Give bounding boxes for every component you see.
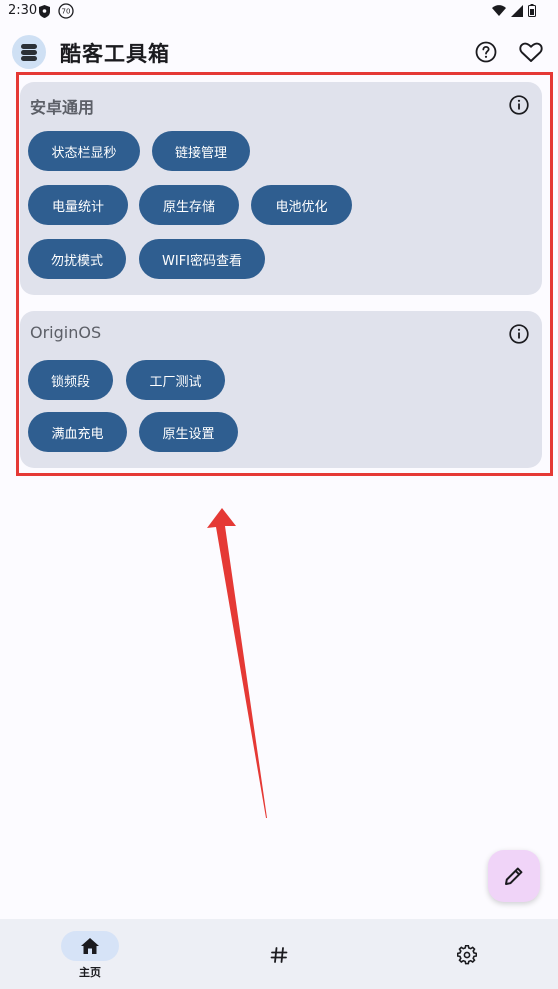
edit-pencil-icon — [505, 867, 523, 885]
app-logo-icon — [12, 35, 46, 69]
chip-link-manager[interactable]: 链接管理 — [152, 131, 250, 171]
signal-icon — [511, 4, 523, 17]
chip-native-settings[interactable]: 原生设置 — [139, 412, 238, 452]
chip-battery-optimization[interactable]: 电池优化 — [251, 185, 352, 225]
info-icon[interactable] — [508, 323, 530, 345]
settings-gear-icon — [457, 945, 477, 965]
nav-home-label: 主页 — [79, 966, 101, 979]
nav-item-hash[interactable] — [264, 919, 294, 989]
chip-status-bar-seconds[interactable]: 状态栏显秒 — [28, 131, 140, 171]
home-icon — [81, 938, 99, 954]
shield-icon — [39, 5, 50, 18]
section-title: OriginOS — [30, 323, 102, 342]
edit-fab[interactable] — [488, 850, 540, 902]
wifi-icon — [492, 4, 506, 16]
nav-item-home[interactable]: 主页 — [60, 919, 120, 989]
badge-70-text: 70 — [62, 8, 71, 16]
chip-do-not-disturb[interactable]: 勿扰模式 — [28, 239, 126, 279]
help-circle-icon[interactable] — [474, 40, 498, 64]
hash-icon — [270, 947, 288, 963]
nav-item-settings[interactable] — [452, 919, 482, 989]
section-card-android: 安卓通用 状态栏显秒 链接管理 电量统计 原生存储 电池优化 勿扰模式 WIFI… — [20, 82, 542, 295]
chip-lock-band[interactable]: 锁频段 — [28, 360, 113, 400]
status-time: 2:30 — [8, 3, 38, 18]
page-title: 酷客工具箱 — [60, 42, 170, 66]
chip-factory-test[interactable]: 工厂测试 — [126, 360, 225, 400]
section-card-originos: OriginOS 锁频段 工厂测试 满血充电 原生设置 — [20, 311, 542, 468]
heart-icon[interactable] — [518, 40, 544, 64]
annotation-arrow — [207, 508, 267, 818]
chip-battery-stats[interactable]: 电量统计 — [28, 185, 128, 225]
status-bar: 2:30 70 — [0, 0, 558, 24]
chip-wifi-password[interactable]: WIFI密码查看 — [139, 239, 265, 279]
section-title: 安卓通用 — [30, 98, 95, 117]
battery-icon — [528, 4, 536, 17]
badge-70-icon: 70 — [58, 3, 74, 19]
bottom-navigation: 主页 — [0, 919, 558, 989]
nav-home-indicator — [61, 931, 119, 961]
info-icon[interactable] — [508, 94, 530, 116]
chip-full-power-charge[interactable]: 满血充电 — [28, 412, 127, 452]
app-bar: 酷客工具箱 — [0, 28, 558, 76]
chip-native-storage[interactable]: 原生存储 — [139, 185, 239, 225]
